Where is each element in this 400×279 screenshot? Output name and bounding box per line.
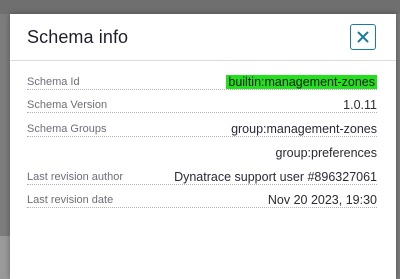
field-row-schema-version: Schema Version 1.0.11	[27, 98, 377, 116]
dotted-leader	[27, 136, 377, 137]
close-button[interactable]	[350, 24, 376, 50]
field-row-last-revision-author: Last revision author Dynatrace support u…	[27, 170, 377, 188]
field-value: 1.0.11	[340, 98, 377, 112]
field-value: Dynatrace support user #896327061	[171, 170, 377, 184]
dotted-leader	[27, 207, 377, 208]
dialog-header: Schema info	[10, 14, 396, 60]
dotted-leader	[27, 89, 377, 90]
backdrop-header	[0, 0, 400, 14]
field-label: Schema Version	[27, 99, 111, 111]
field-value: group:management-zones	[228, 122, 377, 136]
field-row-schema-groups: Schema Groups group:management-zones	[27, 122, 377, 140]
field-value: Nov 20 2023, 19:30	[264, 193, 377, 207]
field-label: Schema Groups	[27, 123, 110, 135]
close-icon	[357, 31, 369, 43]
field-value-secondary: group:preferences	[275, 146, 377, 160]
field-row-schema-id: Schema Id builtin:management-zones	[27, 75, 377, 93]
field-label: Last revision date	[27, 194, 117, 206]
field-row-last-revision-date: Last revision date Nov 20 2023, 19:30	[27, 193, 377, 211]
dialog-title: Schema info	[27, 27, 129, 47]
dotted-leader	[27, 184, 377, 185]
dotted-leader	[27, 112, 377, 113]
field-label: Schema Id	[27, 76, 83, 88]
field-label: Last revision author	[27, 171, 126, 183]
header-divider	[10, 60, 396, 61]
schema-info-dialog: Schema info Schema Id builtin:management…	[10, 14, 396, 279]
field-value: builtin:management-zones	[226, 75, 377, 89]
